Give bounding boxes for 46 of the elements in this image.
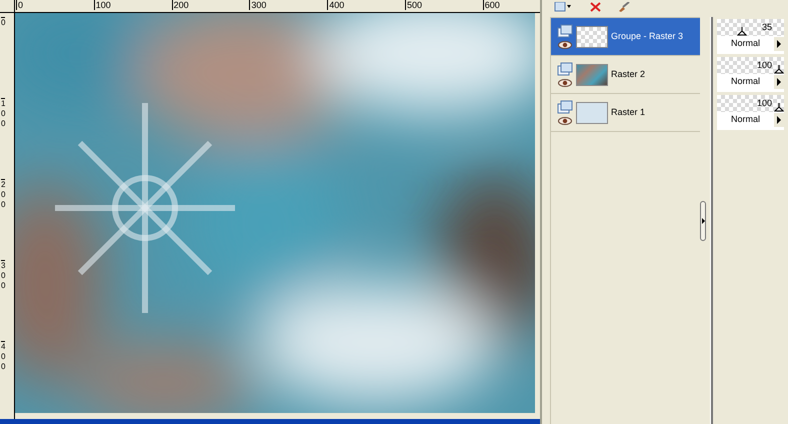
layer-thumbnail [576, 64, 608, 86]
slider-thumb[interactable] [736, 27, 747, 36]
blend-menu-arrow[interactable] [774, 75, 784, 89]
eye-icon[interactable] [558, 41, 572, 49]
ruler-label: 0 [1, 16, 6, 28]
layer-name: Raster 2 [611, 68, 646, 81]
ruler-label: 400 [327, 0, 344, 10]
ruler-label: 100 [94, 0, 111, 10]
blend-menu-arrow[interactable] [774, 37, 784, 51]
blend-menu-arrow[interactable] [774, 113, 784, 127]
layer-name: Groupe - Raster 3 [611, 30, 684, 43]
layer-row[interactable]: Raster 1 [551, 94, 700, 132]
layer-icon [557, 100, 573, 114]
opacity-value: 100 [756, 96, 772, 110]
slider-thumb[interactable] [774, 65, 784, 74]
opacity-value: 100 [756, 58, 772, 72]
layer-row[interactable]: Groupe - Raster 3 [551, 18, 700, 56]
blend-mode-select[interactable]: Normal [717, 37, 774, 51]
ruler-label: 600 [482, 0, 500, 10]
opacity-slider[interactable]: 100 [717, 57, 784, 74]
ruler-label: 500 [405, 0, 422, 10]
blend-mode-select[interactable]: Normal [717, 113, 774, 127]
layer-row[interactable]: Raster 2 [551, 56, 700, 94]
ruler-label: 0 [16, 0, 24, 10]
ruler-label: 300 [1, 260, 6, 291]
opacity-value: 35 [762, 20, 772, 34]
layer-icon [557, 24, 573, 38]
ruler-label: 200 [172, 0, 189, 10]
eye-icon[interactable] [558, 79, 572, 87]
opacity-slider[interactable]: 100 [717, 95, 784, 112]
brush-icon[interactable] [618, 2, 630, 12]
ruler-label: 200 [1, 178, 6, 210]
delete-icon[interactable] [588, 2, 602, 12]
opacity-slider[interactable]: 35 [717, 19, 784, 36]
layer-name: Raster 1 [611, 106, 646, 119]
ruler-label: 100 [1, 98, 6, 129]
layer-icon [557, 62, 573, 76]
eye-icon[interactable] [558, 117, 572, 125]
ruler-label: 400 [1, 340, 6, 372]
layer-thumbnail [576, 26, 608, 48]
slider-thumb[interactable] [774, 103, 784, 112]
new-layer-icon[interactable] [554, 2, 572, 12]
layer-thumbnail [576, 102, 608, 124]
blend-mode-select[interactable]: Normal [717, 75, 774, 89]
panel-collapse-handle[interactable] [700, 200, 706, 240]
ruler-label: 300 [249, 0, 266, 10]
